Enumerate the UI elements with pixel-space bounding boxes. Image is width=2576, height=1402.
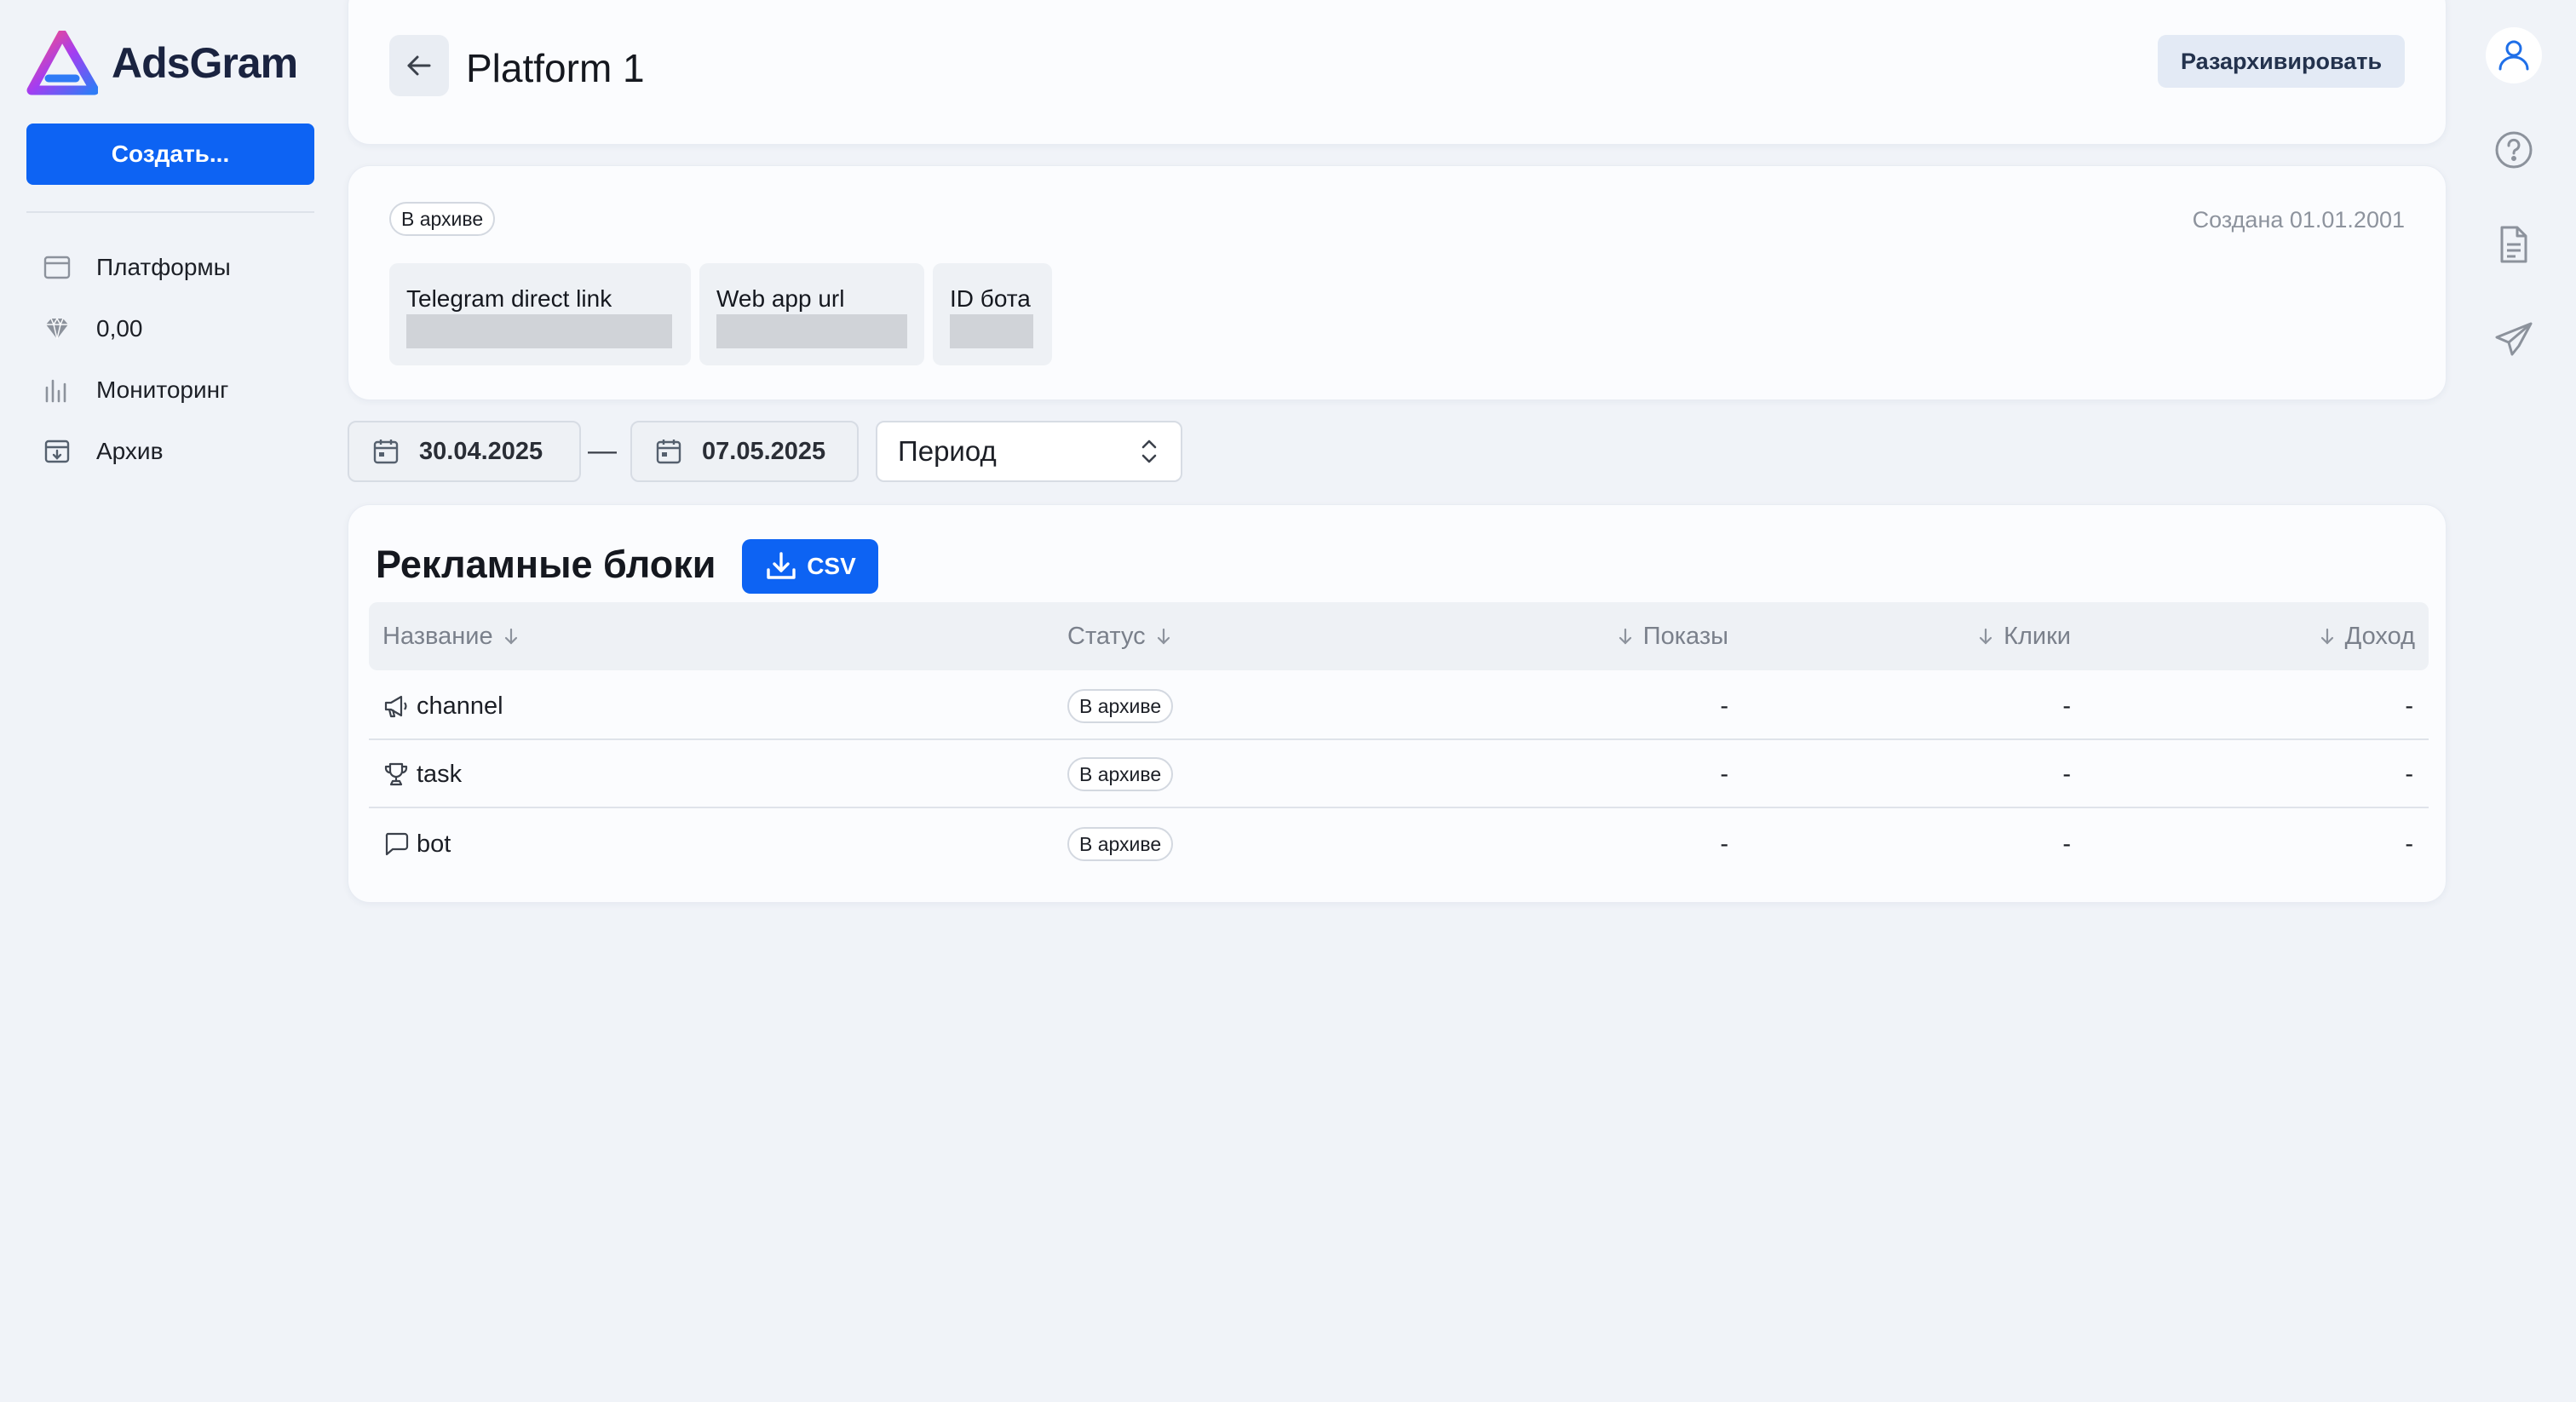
ad-block-name-cell[interactable]: bot (382, 810, 451, 878)
platform-info-card: В архиве Создана 01.01.2001 Telegram dir… (348, 165, 2447, 400)
web-app-url-field[interactable]: Web app url (699, 263, 924, 365)
revenue-cell: - (2405, 760, 2413, 788)
date-to-value: 07.05.2025 (702, 437, 826, 465)
date-range-separator: — (588, 434, 617, 467)
table-header: Название Статус Показы Клики Доход (369, 602, 2429, 670)
bot-id-field[interactable]: ID бота (933, 263, 1052, 365)
ad-block-name: bot (417, 830, 451, 858)
send-icon (2495, 322, 2533, 356)
chat-bubble-icon (385, 832, 409, 856)
column-header-name[interactable]: Название (382, 602, 520, 670)
impressions-cell: - (1720, 830, 1728, 858)
profile-button[interactable] (2486, 27, 2542, 83)
create-button[interactable]: Создать... (26, 124, 314, 185)
app-root: AdsGram Создать... Платформы 0,00 Монито… (0, 0, 2576, 1402)
table-row[interactable]: channel В архиве - - - (369, 672, 2429, 740)
back-button[interactable] (389, 35, 449, 96)
sidebar-item-label: 0,00 (96, 315, 143, 342)
telegram-direct-link-field[interactable]: Telegram direct link (389, 263, 691, 365)
status-cell: В архиве (1067, 810, 1174, 878)
ad-block-name: task (417, 760, 463, 788)
bar-chart-icon (26, 376, 88, 405)
field-label: ID бота (950, 285, 1031, 312)
column-header-status[interactable]: Статус (1067, 602, 1173, 670)
sidebar-item-archive[interactable]: Архив (26, 421, 314, 482)
sidebar-divider (26, 211, 314, 213)
field-label: Telegram direct link (406, 285, 612, 312)
section-title: Рекламные блоки (376, 543, 716, 586)
created-date: Создана 01.01.2001 (2192, 207, 2405, 233)
documentation-button[interactable] (2486, 216, 2542, 273)
page-title: Platform 1 (466, 46, 645, 90)
status-cell: В архиве (1067, 672, 1174, 740)
clicks-cell: - (2062, 760, 2071, 788)
calendar-icon (373, 440, 399, 464)
csv-download-button[interactable]: CSV (742, 539, 878, 594)
status-badge: В архиве (1067, 689, 1174, 723)
megaphone-icon (384, 695, 407, 718)
revenue-cell: - (2405, 692, 2413, 720)
status-badge: В архиве (389, 202, 496, 236)
calendar-icon (656, 440, 681, 464)
sidebar-item-balance[interactable]: 0,00 (26, 298, 314, 359)
sort-arrow-down-icon (1619, 628, 1631, 645)
table-row[interactable]: bot В архиве - - - (369, 810, 2429, 878)
date-to-input[interactable]: 07.05.2025 (630, 421, 859, 482)
help-button[interactable] (2486, 122, 2542, 178)
sidebar-item-label: Мониторинг (96, 376, 229, 403)
impressions-cell: - (1720, 692, 1728, 720)
telegram-button[interactable] (2486, 311, 2542, 367)
redacted-value (716, 314, 907, 348)
period-select-value: Период (898, 435, 997, 467)
platform-header-card: Platform 1 Разархивировать (348, 0, 2447, 145)
adsgram-logo-icon (26, 31, 98, 95)
brand-name: AdsGram (112, 39, 298, 87)
field-label: Web app url (716, 285, 845, 312)
sidebar-item-label: Платформы (96, 254, 231, 280)
trophy-icon (384, 762, 408, 786)
unarchive-button[interactable]: Разархивировать (2158, 35, 2405, 88)
help-icon (2495, 131, 2533, 169)
brand-logo[interactable]: AdsGram (26, 31, 316, 95)
column-header-impressions[interactable]: Показы (1616, 602, 1728, 670)
sidebar-item-monitoring[interactable]: Мониторинг (26, 359, 314, 421)
table-row[interactable]: task В архиве - - - (369, 740, 2429, 808)
date-from-value: 30.04.2025 (419, 437, 543, 465)
clicks-cell: - (2062, 830, 2071, 858)
ad-block-name-cell[interactable]: channel (382, 672, 503, 740)
sort-arrow-down-icon (1979, 628, 1992, 645)
sort-arrow-down-icon (504, 628, 517, 645)
document-icon (2500, 226, 2527, 263)
redacted-value (406, 314, 672, 348)
status-badge: В архиве (1067, 757, 1174, 791)
column-header-clicks[interactable]: Клики (1976, 602, 2071, 670)
sidebar-nav: Платформы 0,00 Мониторинг Архив (26, 237, 314, 482)
csv-button-label: CSV (807, 553, 856, 579)
column-header-revenue[interactable]: Доход (2318, 602, 2415, 670)
chevron-up-down-icon (1141, 440, 1157, 463)
browser-window-icon (26, 253, 88, 282)
status-badge: В архиве (1067, 827, 1174, 861)
impressions-cell: - (1720, 760, 1728, 788)
date-from-input[interactable]: 30.04.2025 (348, 421, 581, 482)
archive-box-icon (26, 437, 88, 466)
diamond-icon (26, 314, 88, 343)
sort-arrow-down-icon (2320, 628, 2333, 645)
period-select[interactable]: Период (876, 421, 1182, 482)
ad-block-name-cell[interactable]: task (382, 740, 462, 808)
redacted-value (950, 314, 1033, 348)
ad-blocks-card: Рекламные блоки CSV Название Статус Пока… (348, 504, 2447, 903)
ad-block-name: channel (417, 692, 503, 720)
sidebar-item-label: Архив (96, 438, 164, 464)
sort-arrow-down-icon (1157, 628, 1170, 645)
status-cell: В архиве (1067, 740, 1174, 808)
clicks-cell: - (2062, 692, 2071, 720)
user-icon (2498, 40, 2529, 71)
revenue-cell: - (2405, 830, 2413, 858)
download-icon (767, 552, 796, 579)
sidebar-item-platforms[interactable]: Платформы (26, 237, 314, 298)
arrow-left-icon (407, 55, 431, 76)
